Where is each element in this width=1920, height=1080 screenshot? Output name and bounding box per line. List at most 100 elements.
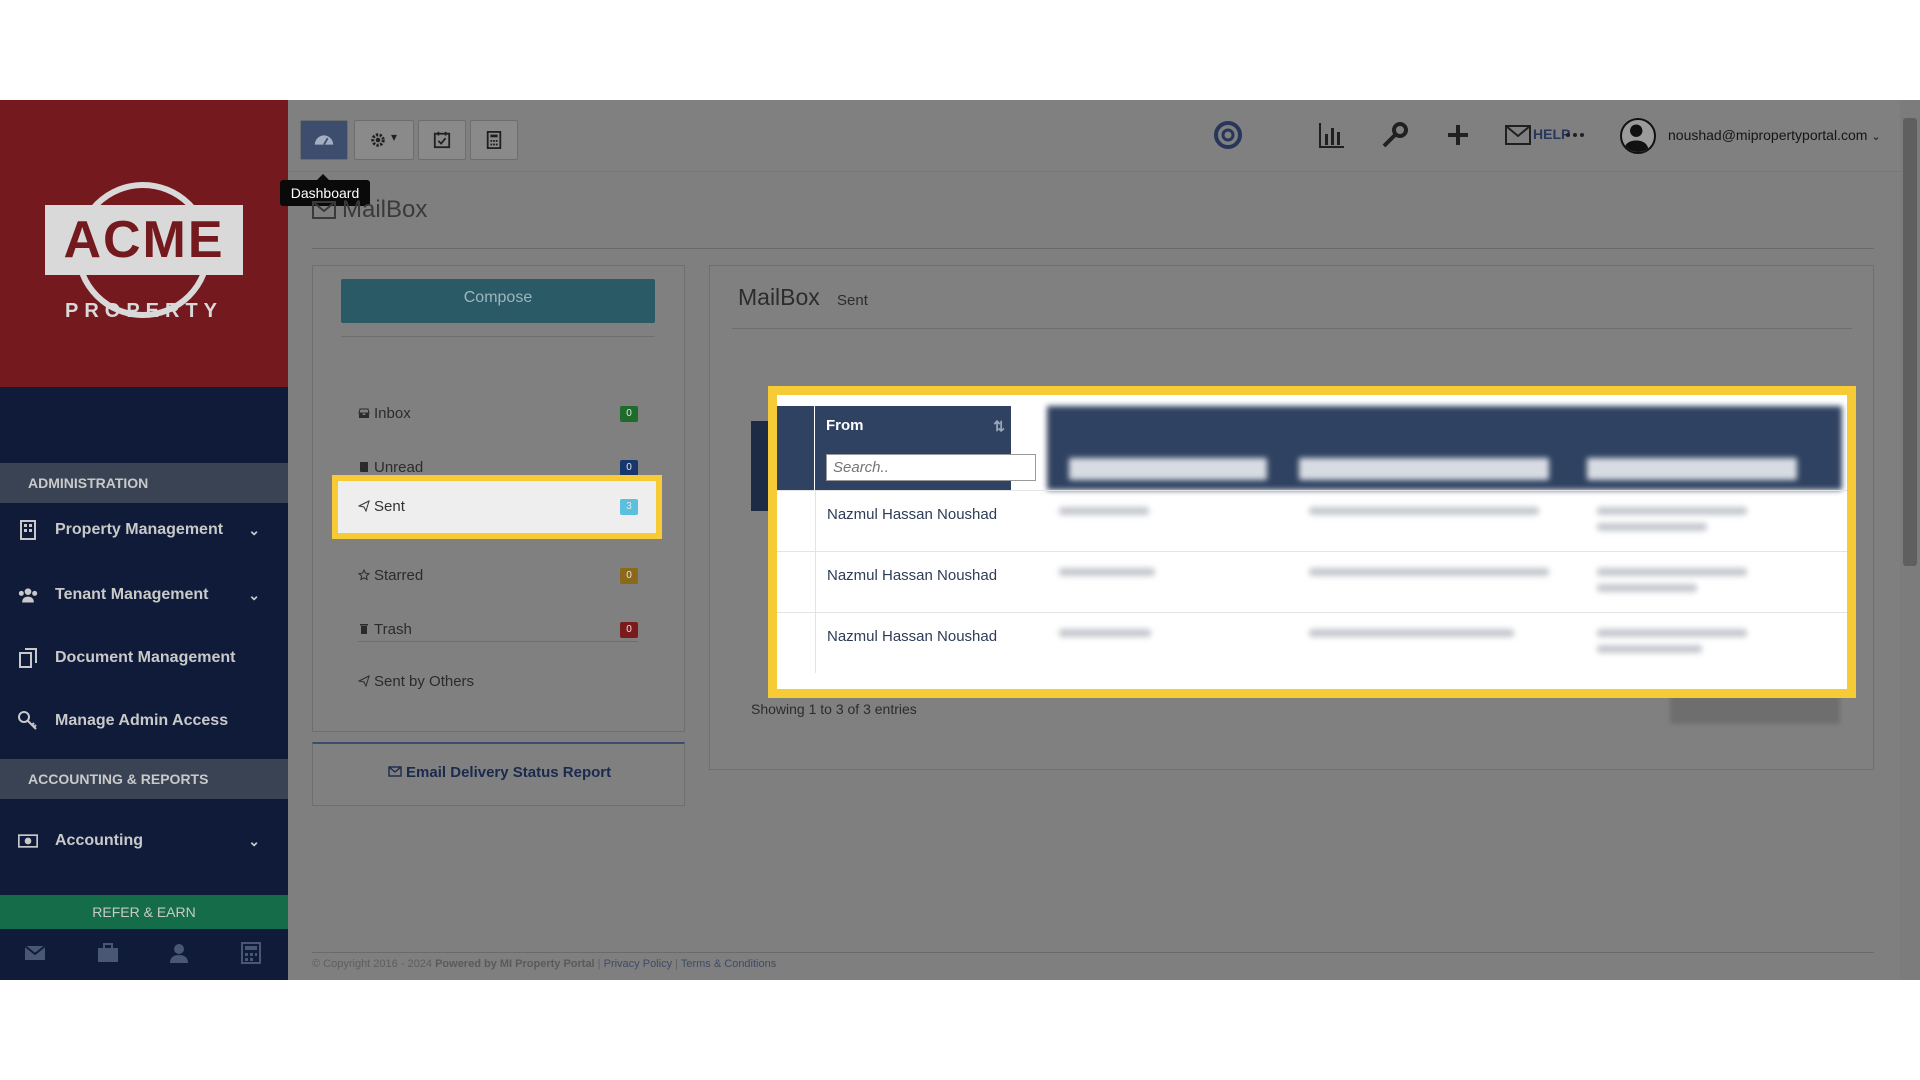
calendar-button[interactable] [418, 120, 466, 160]
from-cell: Nazmul Hassan Noushad [815, 613, 1047, 673]
mailbox-folders-panel: Compose Inbox 0 Unread 0 Sent 3 Starred … [312, 265, 685, 732]
documents-icon [19, 648, 37, 668]
table-header-select [777, 406, 815, 490]
logo-subtext: PROPERTY [64, 300, 224, 322]
mail-icon[interactable] [24, 942, 46, 964]
pagination[interactable] [1670, 694, 1840, 724]
settings-dropdown-button[interactable]: ▾ [354, 120, 414, 160]
star-icon [357, 562, 371, 581]
footer-copyright: © Copyright 2016 - 2024 [312, 958, 433, 970]
entries-info: Showing 1 to 3 of 3 entries [751, 701, 917, 717]
sidebar-item-label: Accounting [55, 832, 143, 849]
scroll-thumb[interactable] [1903, 118, 1917, 566]
dashboard-button[interactable] [300, 120, 348, 160]
sidebar-item-label: Property Management [55, 521, 224, 538]
user-avatar-icon [1623, 124, 1649, 152]
chevron-down-icon: ⌄ [1871, 131, 1881, 143]
dashboard-icon [314, 135, 334, 146]
email-delivery-status-report-link[interactable]: Email Delivery Status Report [313, 764, 686, 781]
paper-plane-icon [357, 668, 370, 688]
sidebar-footer-icons [0, 942, 288, 972]
folder-sent[interactable]: Sent 3 [357, 492, 638, 522]
plus-icon[interactable] [1443, 120, 1473, 150]
refer-earn-button[interactable]: REFER & EARN [0, 895, 288, 929]
book-icon [358, 454, 370, 472]
briefcase-icon[interactable] [97, 942, 119, 964]
inbox-icon [358, 400, 370, 418]
calculator-button[interactable] [470, 120, 518, 160]
section-administration: ADMINISTRATION [0, 463, 288, 503]
building-icon [20, 520, 36, 540]
divider [312, 248, 1874, 249]
calendar-check-icon [433, 131, 451, 149]
footer-powered-by[interactable]: Powered by MI Property Portal [435, 958, 595, 970]
envelope-icon[interactable] [1503, 120, 1533, 150]
count-badge: 0 [620, 622, 638, 638]
folder-label: Starred [374, 567, 424, 584]
delivery-report-label: Email Delivery Status Report [406, 764, 612, 781]
bar-chart-icon[interactable] [1317, 120, 1347, 150]
user-icon[interactable] [168, 942, 190, 964]
wrench-icon[interactable] [1380, 120, 1410, 150]
envelope-icon [388, 764, 402, 777]
gear-icon [371, 133, 385, 147]
divider [358, 641, 638, 642]
folder-label: Sent [374, 498, 405, 515]
column-header-from[interactable]: From ⇅ [815, 406, 1011, 446]
sent-messages-table: From ⇅ Nazmul Hassan Noushad Nazmul Hass… [768, 386, 1856, 698]
folder-inbox[interactable]: Inbox 0 [358, 399, 638, 429]
from-cell: Nazmul Hassan Noushad [815, 491, 1047, 551]
logo-wordmark: ACME [45, 205, 243, 275]
blurred-header [1047, 406, 1842, 490]
calculator-icon[interactable] [240, 942, 262, 964]
sidebar-item-label: Manage Admin Access [55, 712, 229, 729]
section-accounting-reports: ACCOUNTING & REPORTS [0, 759, 288, 799]
scrollbar[interactable] [1900, 100, 1920, 980]
folder-starred[interactable]: Starred 0 [357, 561, 638, 591]
count-badge: 0 [620, 406, 638, 422]
users-icon [18, 588, 38, 603]
user-email: noushad@mipropertyportal.com [1668, 127, 1868, 143]
terms-link[interactable]: Terms & Conditions [681, 958, 776, 970]
count-badge: 0 [620, 568, 638, 584]
table-row[interactable]: Nazmul Hassan Noushad [777, 612, 1847, 673]
table-row[interactable]: Nazmul Hassan Noushad [777, 551, 1847, 612]
help-lifebuoy-icon[interactable] [1213, 120, 1243, 150]
sidebar-item-tenant-management[interactable]: Tenant Management ⌄ [0, 570, 288, 620]
key-icon [18, 711, 37, 730]
divider [732, 328, 1852, 329]
folder-label: Trash [374, 621, 412, 638]
folder-sent-by-others[interactable]: Sent by Others [357, 667, 638, 697]
folder-label: Unread [374, 459, 424, 476]
sidebar-item-label: Tenant Management [55, 586, 209, 603]
search-input[interactable] [826, 454, 1036, 481]
compose-button[interactable]: Compose [341, 279, 655, 323]
count-badge: 0 [620, 460, 638, 476]
paper-plane-icon [357, 493, 370, 513]
money-icon [18, 834, 38, 848]
more-icon[interactable] [1560, 120, 1590, 150]
avatar[interactable] [1620, 118, 1656, 154]
sidebar-item-property-management[interactable]: Property Management ⌄ [0, 505, 288, 555]
column-search-cell [815, 446, 1036, 490]
caret-down-icon: ▾ [391, 130, 398, 144]
folder-label: Inbox [374, 405, 411, 422]
from-cell: Nazmul Hassan Noushad [815, 552, 1047, 612]
chevron-down-icon: ⌄ [248, 522, 260, 538]
privacy-policy-link[interactable]: Privacy Policy [604, 958, 672, 970]
logo[interactable]: ACME PROPERTY [0, 100, 288, 387]
trash-icon [358, 616, 370, 634]
panel-title: MailBox [738, 284, 820, 310]
blurred-cells [1047, 625, 1837, 665]
calculator-icon [486, 131, 502, 149]
sort-icon[interactable]: ⇅ [993, 406, 1005, 446]
sidebar-item-document-management[interactable]: Document Management [0, 633, 288, 683]
table-row[interactable]: Nazmul Hassan Noushad [777, 490, 1847, 551]
divider [312, 952, 1874, 953]
chevron-down-icon: ⌄ [248, 833, 260, 849]
column-header-label: From [826, 417, 864, 434]
blurred-cells [1047, 564, 1837, 604]
sidebar-item-accounting[interactable]: Accounting ⌄ [0, 816, 288, 866]
sidebar-item-manage-admin-access[interactable]: Manage Admin Access [0, 696, 288, 746]
user-menu[interactable]: noushad@mipropertyportal.com ⌄ [1668, 127, 1881, 143]
